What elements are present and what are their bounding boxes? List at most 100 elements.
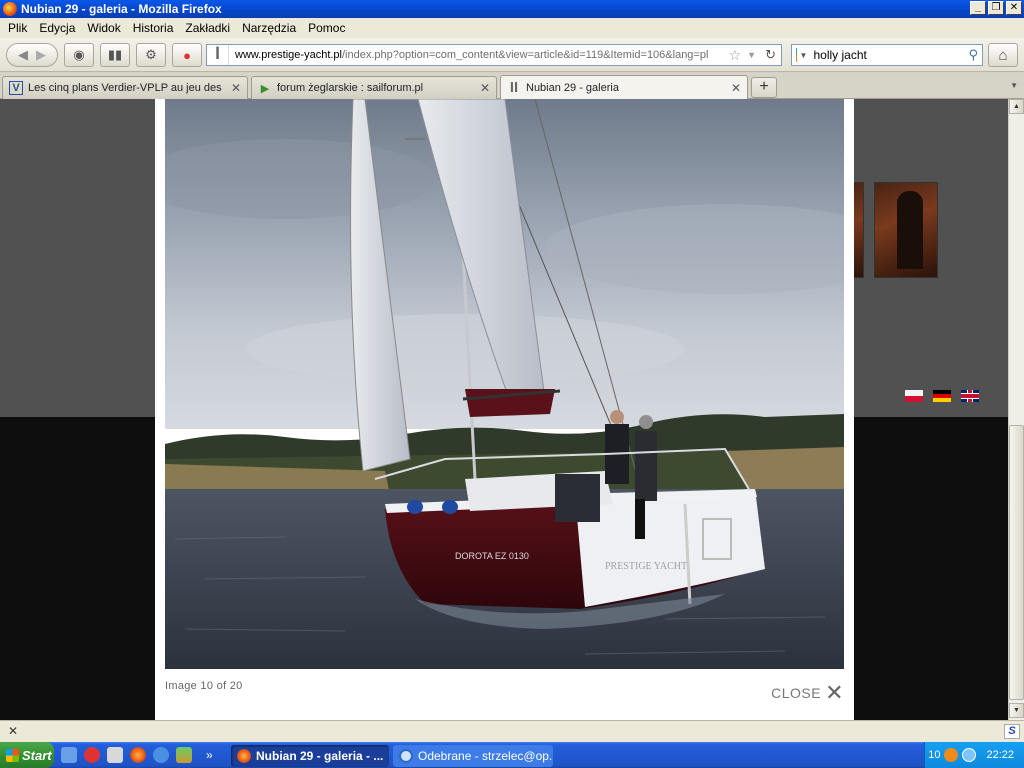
window-titlebar: Nubian 29 - galeria - Mozilla Firefox _ … <box>0 0 1024 18</box>
quicklaunch-app-icon[interactable] <box>84 747 100 763</box>
site-favicon-icon: ꟾ <box>207 45 229 65</box>
reload-icon[interactable]: ↻ <box>765 47 776 63</box>
menu-plik[interactable]: Plik <box>4 21 35 35</box>
tab-close-icon[interactable]: ✕ <box>731 81 741 95</box>
menu-pomoc[interactable]: Pomoc <box>304 21 353 35</box>
close-icon[interactable]: ✕ <box>825 682 844 704</box>
maximize-button[interactable]: ❐ <box>988 1 1004 15</box>
taskbar-item-label: Odebrane - strzelec@op.... <box>418 749 553 763</box>
new-tab-button[interactable]: + <box>751 77 777 98</box>
menu-widok[interactable]: Widok <box>83 21 128 35</box>
url-bar[interactable]: ꟾ www.prestige-yacht.pl/index.php?option… <box>206 44 782 66</box>
gallery-thumbnail[interactable] <box>874 182 938 278</box>
back-forward-buttons[interactable]: ◀ ▶ <box>6 43 58 67</box>
tab-sailforum[interactable]: ▶ forum żeglarskie : sailforum.pl ✕ <box>251 76 497 99</box>
tray-counter[interactable]: 10 <box>928 749 940 761</box>
close-label[interactable]: CLOSE <box>771 685 821 701</box>
tab-close-icon[interactable]: ✕ <box>231 81 241 95</box>
addon-eye-button[interactable]: ◉ <box>64 43 94 67</box>
tab-bar: V Les cinq plans Verdier-VPLP au jeu des… <box>0 73 1024 100</box>
prestige-favicon-icon: ꟾꟾ <box>509 82 519 95</box>
system-tray: 10 22:22 <box>924 742 1024 768</box>
prestige-hull-text: PRESTIGE YACHT <box>605 561 687 572</box>
status-bar: ✕ S <box>0 720 1024 742</box>
bar-chart-icon: ▮▮ <box>107 47 123 62</box>
home-button[interactable]: ⌂ <box>988 43 1018 67</box>
flag-polish-icon[interactable] <box>905 390 923 402</box>
scrollbar-thumb[interactable] <box>1009 425 1024 700</box>
tab-verdier[interactable]: V Les cinq plans Verdier-VPLP au jeu des… <box>2 76 248 99</box>
tray-network-icon[interactable] <box>962 748 977 762</box>
quicklaunch-doc-icon[interactable] <box>107 747 123 763</box>
close-window-button[interactable]: ✕ <box>1006 1 1022 15</box>
lightbox-dialog: DOROTA EZ 0130 PRESTIGE YACHT Image 10 o… <box>155 99 854 720</box>
menu-edycja[interactable]: Edycja <box>35 21 83 35</box>
scroll-up-arrow-icon[interactable]: ▲ <box>1009 99 1024 114</box>
search-input[interactable] <box>813 48 969 62</box>
minimize-button[interactable]: _ <box>970 1 986 15</box>
bookmark-star-icon[interactable]: ☆ <box>729 47 742 64</box>
menu-zakladki[interactable]: Zakładki <box>181 21 238 35</box>
mail-client-icon <box>399 749 413 763</box>
flag-english-icon[interactable] <box>961 390 979 402</box>
language-flags <box>905 390 979 402</box>
sailforum-favicon-icon: ▶ <box>260 82 270 95</box>
addon-tools-button[interactable]: ⚙ <box>136 43 166 67</box>
list-all-tabs-icon[interactable]: ▼ <box>1010 81 1018 90</box>
gallery-photo[interactable]: DOROTA EZ 0130 PRESTIGE YACHT <box>165 99 844 669</box>
page-content: DOROTA EZ 0130 PRESTIGE YACHT Image 10 o… <box>0 99 1008 720</box>
window-title: Nubian 29 - galeria - Mozilla Firefox <box>21 2 222 16</box>
quicklaunch-overflow-icon[interactable]: » <box>206 748 213 762</box>
home-icon: ⌂ <box>998 46 1008 64</box>
quicklaunch-firefox-icon[interactable] <box>130 747 146 763</box>
plus-icon: + <box>759 78 769 95</box>
quicklaunch-media-icon[interactable] <box>176 747 192 763</box>
addon-stats-button[interactable]: ▮▮ <box>100 43 130 67</box>
tray-app-icon[interactable] <box>944 748 959 762</box>
tab-label: Nubian 29 - galeria <box>526 82 619 94</box>
menu-bar: Plik Edycja Widok Historia Zakładki Narz… <box>0 18 1024 38</box>
taskbar-item-label: Nubian 29 - galeria - ... <box>256 749 384 763</box>
gear-icon: ⚙ <box>145 47 157 62</box>
navigation-toolbar: ◀ ▶ ◉ ▮▮ ⚙ ● ꟾ www.prestige-yacht.pl/ind… <box>0 38 1024 72</box>
forward-arrow-icon[interactable]: ▶ <box>36 47 46 63</box>
taskbar-item-mail[interactable]: Odebrane - strzelec@op.... <box>393 745 553 767</box>
url-text[interactable]: www.prestige-yacht.pl/index.php?option=c… <box>235 49 727 61</box>
image-counter-caption: Image 10 of 20 <box>165 680 243 692</box>
start-label: Start <box>22 747 52 763</box>
search-engine-dropdown-icon[interactable]: ▼ <box>800 51 808 60</box>
vertical-scrollbar[interactable]: ▲ ▼ <box>1008 99 1024 720</box>
search-magnifier-icon[interactable]: ⚲ <box>968 47 978 63</box>
tray-clock: 22:22 <box>986 749 1014 761</box>
tab-nubian-galeria[interactable]: ꟾꟾ Nubian 29 - galeria ✕ <box>500 75 748 100</box>
tab-close-icon[interactable]: ✕ <box>480 81 490 95</box>
taskbar-item-firefox[interactable]: Nubian 29 - galeria - ... <box>231 745 389 767</box>
addon-color-button[interactable]: ● <box>172 43 202 67</box>
quicklaunch-thunderbird-icon[interactable] <box>153 747 169 763</box>
verdier-favicon-icon: V <box>9 81 23 95</box>
url-dropdown-icon[interactable]: ▼ <box>747 50 756 60</box>
close-bar-icon[interactable]: ✕ <box>8 724 18 738</box>
search-bar[interactable]: ▼ ⚲ <box>791 44 983 66</box>
scroll-down-arrow-icon[interactable]: ▼ <box>1009 703 1024 718</box>
firefox-icon <box>237 749 251 763</box>
flag-german-icon[interactable] <box>933 390 951 402</box>
window-controls: _ ❐ ✕ <box>970 1 1022 15</box>
windows-taskbar: Start » Nubian 29 - galeria - ... Odebra… <box>0 742 1024 768</box>
menu-narzedzia[interactable]: Narzędzia <box>238 21 304 35</box>
windows-logo-icon <box>6 748 19 762</box>
back-arrow-icon[interactable]: ◀ <box>18 47 28 63</box>
tab-label: forum żeglarskie : sailforum.pl <box>277 82 424 94</box>
start-button[interactable]: Start <box>0 742 54 768</box>
addon-s-icon[interactable]: S <box>1004 724 1020 739</box>
google-engine-icon[interactable] <box>796 48 797 62</box>
boat-name-text: DOROTA EZ 0130 <box>455 551 529 561</box>
firefox-icon <box>3 2 17 16</box>
tab-label: Les cinq plans Verdier-VPLP au jeu des s… <box>28 82 225 94</box>
close-lightbox-button[interactable]: CLOSE ✕ <box>771 682 844 704</box>
menu-historia[interactable]: Historia <box>129 21 182 35</box>
sailboat-photo-image: DOROTA EZ 0130 PRESTIGE YACHT <box>165 99 844 669</box>
eye-icon: ◉ <box>73 47 85 62</box>
palette-icon: ● <box>183 47 191 63</box>
quicklaunch-desktop-icon[interactable] <box>61 747 77 763</box>
